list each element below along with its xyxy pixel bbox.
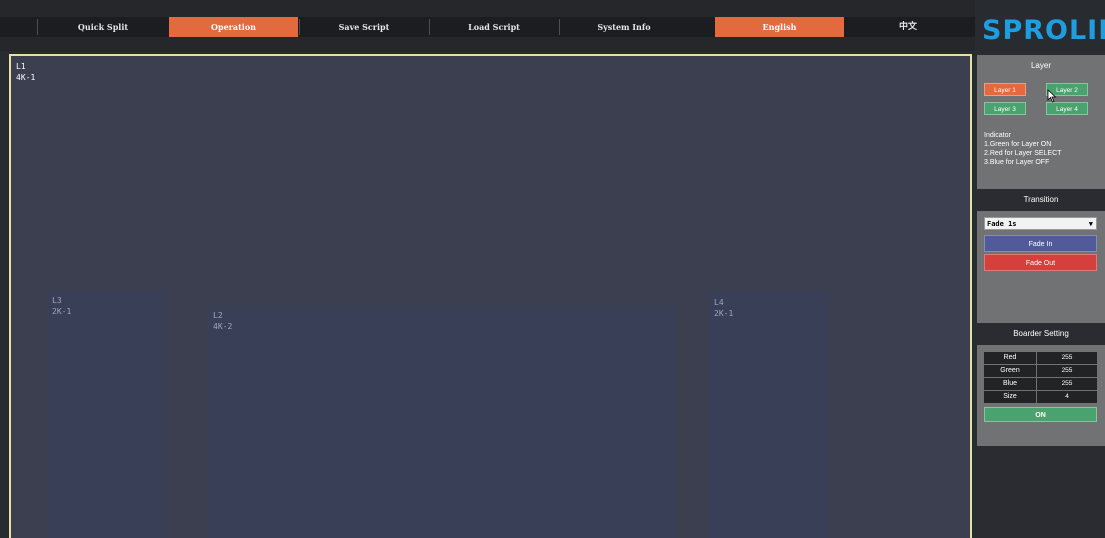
- app-root: { "nav": { "items": ["Quick Split", "Ope…: [0, 0, 1105, 538]
- layer-id: L3: [52, 296, 62, 305]
- nav-system-info[interactable]: System Info: [560, 17, 688, 37]
- layer-id: L4: [714, 298, 724, 307]
- border-section-title: Boarder Setting: [977, 323, 1105, 345]
- fade-out-button[interactable]: Fade Out: [984, 254, 1097, 271]
- border-blue-input[interactable]: 255: [1037, 378, 1097, 390]
- border-label: Size: [984, 391, 1036, 403]
- layer-canvas[interactable]: L1 4K-1 L3 2K-1 L2 4K-2 L4 2K-1: [9, 54, 972, 538]
- layer-1-button[interactable]: Layer 1: [984, 83, 1026, 96]
- nav-save-script[interactable]: Save Script: [300, 17, 428, 37]
- layer-4-button[interactable]: Layer 4: [1046, 102, 1088, 115]
- border-row-green: Green 255: [984, 365, 1097, 377]
- control-panel: Layer Layer 1 Layer 2 Layer 3 Layer 4 In…: [975, 51, 1105, 538]
- border-green-input[interactable]: 255: [1037, 365, 1097, 377]
- layer-resolution: 2K-1: [714, 309, 734, 318]
- transition-section: Fade 1s ▼ Fade In Fade Out: [977, 211, 1105, 323]
- layer-id: L1: [16, 62, 26, 71]
- layer-section-title: Layer: [977, 55, 1105, 77]
- border-section: Red 255 Green 255 Blue 255 Size 4 ON: [977, 345, 1105, 446]
- layer-l2-window[interactable]: L2 4K-2: [208, 305, 676, 538]
- border-label: Green: [984, 365, 1036, 377]
- border-size-input[interactable]: 4: [1037, 391, 1097, 403]
- transition-section-title: Transition: [977, 189, 1105, 211]
- indicator-red: 2.Red for Layer SELECT: [984, 150, 1062, 157]
- nav-quick-split[interactable]: Quick Split: [38, 17, 168, 37]
- indicator-green: 1.Green for Layer ON: [984, 141, 1052, 148]
- layer-l4-window[interactable]: L4 2K-1: [709, 292, 829, 538]
- indicator-legend: Indicator 1.Green for Layer ON 2.Red for…: [984, 131, 1061, 167]
- nav-english[interactable]: English: [715, 17, 844, 37]
- layer-l3-window[interactable]: L3 2K-1: [47, 290, 167, 538]
- mouse-pointer-icon: [1047, 89, 1057, 103]
- transition-select-value: Fade 1s: [987, 220, 1017, 228]
- border-row-blue: Blue 255: [984, 378, 1097, 390]
- border-row-size: Size 4: [984, 391, 1097, 403]
- layer-l1-label: L1 4K-1: [16, 61, 35, 83]
- layer-resolution: 4K-2: [213, 322, 233, 331]
- chevron-down-icon: ▼: [1088, 220, 1093, 228]
- transition-select[interactable]: Fade 1s ▼: [984, 217, 1097, 230]
- border-on-button[interactable]: ON: [984, 407, 1097, 422]
- indicator-title: Indicator: [984, 132, 1011, 139]
- layer-resolution: 4K-1: [16, 73, 36, 82]
- layer-id: L2: [213, 311, 223, 320]
- nav-operation[interactable]: Operation: [169, 17, 298, 37]
- logo-text: SPROLINK: [982, 15, 1105, 46]
- layer-section: Layer 1 Layer 2 Layer 3 Layer 4 Indicato…: [977, 77, 1105, 191]
- layer-3-button[interactable]: Layer 3: [984, 102, 1026, 115]
- indicator-blue: 3.Blue for Layer OFF: [984, 159, 1050, 166]
- nav-chinese[interactable]: 中文: [845, 17, 971, 37]
- border-red-input[interactable]: 255: [1037, 352, 1097, 364]
- fade-in-button[interactable]: Fade In: [984, 235, 1097, 252]
- border-row-red: Red 255: [984, 352, 1097, 364]
- layer-l2-label: L2 4K-2: [213, 310, 232, 332]
- border-label: Red: [984, 352, 1036, 364]
- border-label: Blue: [984, 378, 1036, 390]
- sprolink-logo: SPROLINK®: [982, 9, 1105, 46]
- layer-l3-label: L3 2K-1: [52, 295, 71, 317]
- layer-resolution: 2K-1: [52, 307, 72, 316]
- nav-load-script[interactable]: Load Script: [430, 17, 558, 37]
- layer-l4-label: L4 2K-1: [714, 297, 733, 319]
